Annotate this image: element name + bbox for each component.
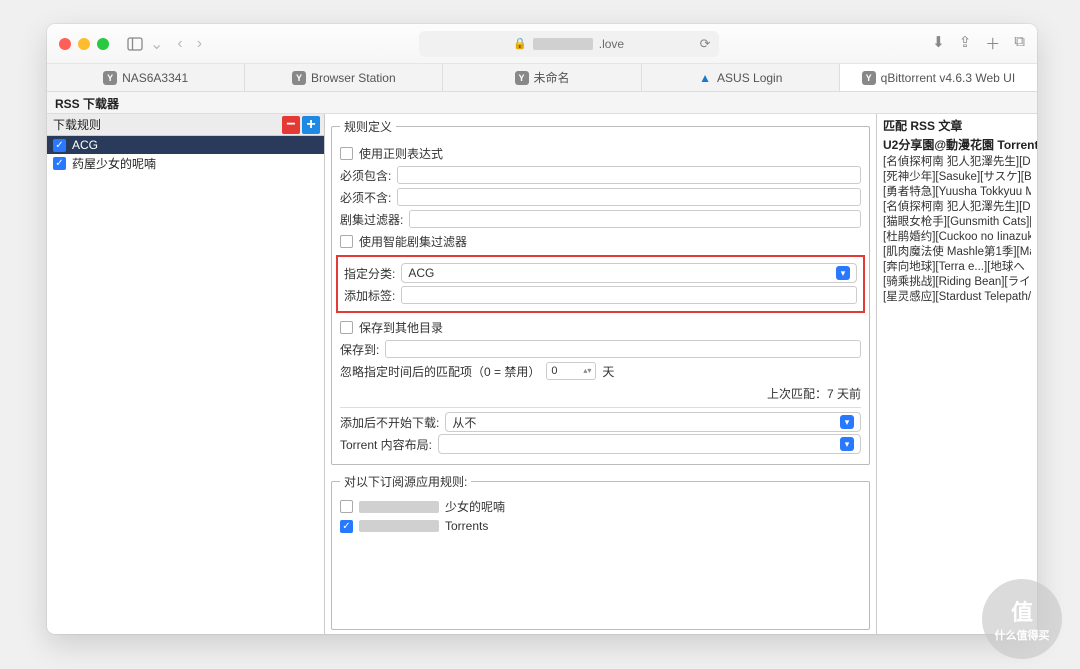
titlebar: ⌄ ‹ › 🔒 .love ⟳ ⬇ ⇪ ＋ ⧉: [47, 24, 1037, 64]
app-title: RSS 下载器: [47, 92, 1037, 114]
article-item[interactable]: [勇者特急][Yuusha Tokkyuu M: [883, 185, 1031, 200]
reload-icon[interactable]: ⟳: [700, 36, 711, 52]
watermark-smzdm: 值 什么值得买: [982, 579, 1062, 659]
smart-filter-checkbox[interactable]: [340, 235, 353, 248]
highlighted-section: 指定分类: ACG ▾ 添加标签:: [336, 255, 865, 313]
article-item[interactable]: [猫眼女枪手][Gunsmith Cats][: [883, 215, 1031, 230]
articles-column: 匹配 RSS 文章 U2分享園@動漫花園 Torrents [名偵探柯南 犯人犯…: [877, 114, 1037, 634]
must-not-contain-input[interactable]: [397, 188, 861, 206]
article-item[interactable]: [星灵感应][Stardust Telepath/H: [883, 290, 1031, 305]
new-tab-icon[interactable]: ＋: [985, 33, 1000, 54]
toolbar-right: ⬇ ⇪ ＋ ⧉: [932, 33, 1025, 54]
nav-back-button[interactable]: ‹: [174, 35, 185, 53]
downloads-icon[interactable]: ⬇: [932, 33, 945, 54]
browser-window: ⌄ ‹ › 🔒 .love ⟳ ⬇ ⇪ ＋ ⧉ YNAS6A3341 YBrow…: [47, 24, 1037, 634]
tab-untitled[interactable]: Y未命名: [443, 64, 641, 91]
lock-icon: 🔒: [513, 37, 527, 50]
stepper-arrows-icon: ▴▾: [583, 367, 591, 375]
rules-header-label: 下载规则: [53, 116, 101, 133]
favicon-asus-icon: ▲: [698, 71, 712, 85]
article-item[interactable]: [肌肉魔法使 Mashle第1季][Ma: [883, 245, 1031, 260]
articles-list: [名偵探柯南 犯人犯澤先生][De[死神少年][Sasuke][サスケ][BD[…: [877, 155, 1037, 305]
save-to-input[interactable]: [385, 340, 861, 358]
article-item[interactable]: [名偵探柯南 犯人犯澤先生][De: [883, 155, 1031, 170]
article-item[interactable]: [骑乘挑战][Riding Bean][ライデ: [883, 275, 1031, 290]
address-domain-suffix: .love: [599, 37, 624, 51]
tab-browser-station[interactable]: YBrowser Station: [245, 64, 443, 91]
last-match-label: 上次匹配：7 天前: [767, 385, 861, 402]
apply-feeds-fieldset: 对以下订阅源应用规则: 少女的呢喃 ✓ Torrents: [331, 473, 870, 630]
add-paused-select[interactable]: 从不 ▾: [445, 412, 861, 432]
tab-nas[interactable]: YNAS6A3341: [47, 64, 245, 91]
feed-checkbox-checked[interactable]: ✓: [340, 520, 353, 533]
sidebar-toggle[interactable]: ⌄: [127, 34, 166, 54]
favicon-y-icon: Y: [515, 71, 529, 85]
minimize-window-button[interactable]: [78, 38, 90, 50]
use-regex-checkbox[interactable]: [340, 147, 353, 160]
feed-item[interactable]: ✓ Torrents: [340, 517, 861, 535]
feed-item[interactable]: 少女的呢喃: [340, 496, 861, 517]
dropdown-caret-icon: ▾: [840, 415, 854, 429]
feed-name-blur: [359, 520, 439, 532]
article-item[interactable]: [奔向地球][Terra e...][地球へ: [883, 260, 1031, 275]
checkbox-checked-icon[interactable]: ✓: [53, 157, 66, 170]
save-other-dir-checkbox[interactable]: [340, 321, 353, 334]
chevron-down-icon: ⌄: [147, 34, 166, 54]
category-select[interactable]: ACG ▾: [401, 263, 857, 283]
feeds-legend: 对以下订阅源应用规则:: [340, 473, 471, 490]
dropdown-caret-icon: ▾: [836, 266, 850, 280]
dropdown-caret-icon: ▾: [840, 437, 854, 451]
favicon-y-icon: Y: [292, 71, 306, 85]
tab-qbittorrent[interactable]: YqBittorrent v4.6.3 Web UI: [840, 64, 1037, 91]
feed-name-blur: [359, 501, 439, 513]
favicon-y-icon: Y: [862, 71, 876, 85]
remove-rule-button[interactable]: −: [282, 116, 300, 134]
feed-checkbox[interactable]: [340, 500, 353, 513]
tab-asus-login[interactable]: ▲ASUS Login: [642, 64, 840, 91]
address-domain-blur: [533, 38, 593, 50]
tab-bar: YNAS6A3341 YBrowser Station Y未命名 ▲ASUS L…: [47, 64, 1037, 92]
rules-header: 下载规则 − +: [47, 114, 324, 136]
rule-item-kusuriya[interactable]: ✓ 药屋少女的呢喃: [47, 154, 324, 172]
checkbox-checked-icon[interactable]: ✓: [53, 139, 66, 152]
content-layout-select[interactable]: ▾: [438, 434, 861, 454]
address-bar-wrap: 🔒 .love ⟳: [213, 31, 924, 57]
traffic-lights: [59, 38, 109, 50]
sidebar-icon: [127, 36, 143, 52]
rule-item-acg[interactable]: ✓ ACG: [47, 136, 324, 154]
ignore-days-stepper[interactable]: 0▴▾: [546, 362, 596, 380]
episode-filter-input[interactable]: [409, 210, 861, 228]
article-item[interactable]: [死神少年][Sasuke][サスケ][BD: [883, 170, 1031, 185]
articles-header: 匹配 RSS 文章: [877, 114, 1037, 136]
must-contain-input[interactable]: [397, 166, 861, 184]
article-item[interactable]: [杜鹃婚约][Cuckoo no Iinazuke: [883, 230, 1031, 245]
add-rule-button[interactable]: +: [302, 116, 320, 134]
add-tags-input[interactable]: [401, 286, 857, 304]
tabs-overview-icon[interactable]: ⧉: [1014, 33, 1025, 54]
rule-definition-fieldset: 规则定义 使用正则表达式 必须包含: 必须不含: 剧集过滤器: 使用智能剧集过滤…: [331, 118, 870, 465]
definition-legend: 规则定义: [340, 118, 396, 135]
app-body: 下载规则 − + ✓ ACG ✓ 药屋少女的呢喃: [47, 114, 1037, 634]
article-item[interactable]: [名偵探柯南 犯人犯澤先生][De: [883, 200, 1031, 215]
share-icon[interactable]: ⇪: [959, 33, 972, 54]
maximize-window-button[interactable]: [97, 38, 109, 50]
favicon-y-icon: Y: [103, 71, 117, 85]
definition-column: 规则定义 使用正则表达式 必须包含: 必须不含: 剧集过滤器: 使用智能剧集过滤…: [325, 114, 877, 634]
close-window-button[interactable]: [59, 38, 71, 50]
articles-source: U2分享園@動漫花園 Torrents: [877, 136, 1037, 155]
rules-column: 下载规则 − + ✓ ACG ✓ 药屋少女的呢喃: [47, 114, 325, 634]
rules-list: ✓ ACG ✓ 药屋少女的呢喃: [47, 136, 324, 634]
nav-forward-button[interactable]: ›: [194, 35, 205, 53]
address-bar[interactable]: 🔒 .love ⟳: [419, 31, 719, 57]
